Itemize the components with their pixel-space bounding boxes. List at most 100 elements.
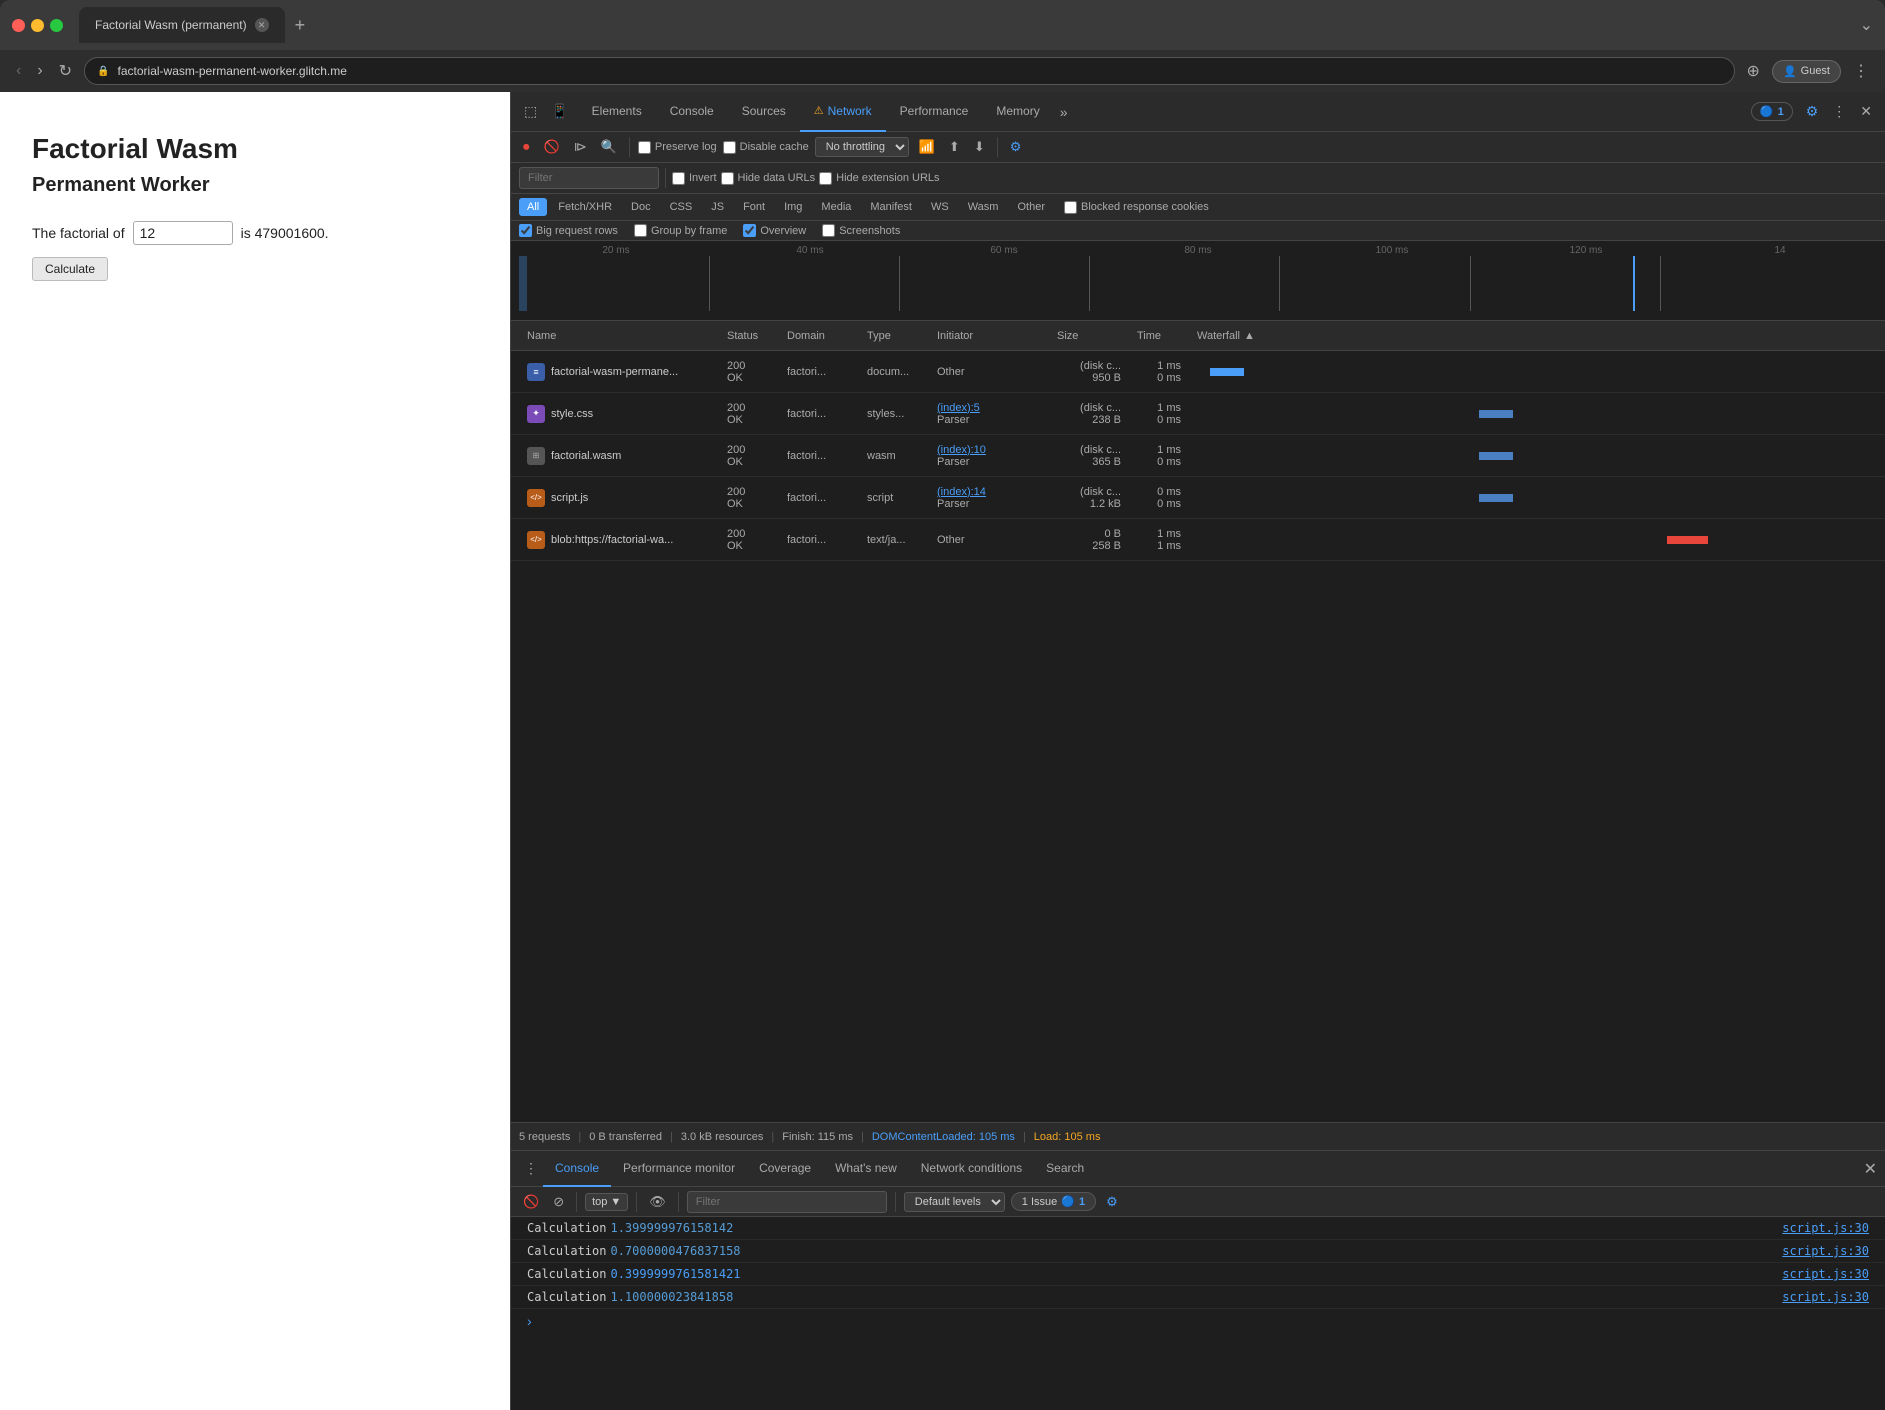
filter-btn[interactable]: ⧐ xyxy=(570,136,591,158)
tab-performance[interactable]: Performance xyxy=(886,92,983,132)
window-expand-btn[interactable]: ⌄ xyxy=(1860,15,1873,35)
hide-data-urls-checkbox[interactable] xyxy=(721,172,734,185)
console-link-4[interactable]: script.js:30 xyxy=(1782,1290,1869,1304)
browser-tab[interactable]: Factorial Wasm (permanent) ✕ xyxy=(79,7,285,43)
network-settings-btn[interactable]: ⚙ xyxy=(1006,136,1026,158)
context-selector[interactable]: top ▼ xyxy=(585,1193,628,1211)
console-tab-performance[interactable]: Performance monitor xyxy=(611,1151,747,1187)
menu-btn[interactable]: ⋮ xyxy=(1849,59,1873,83)
console-tab-network-conditions[interactable]: Network conditions xyxy=(909,1151,1034,1187)
initiator-link-2[interactable]: (index):5 xyxy=(937,402,980,414)
record-btn[interactable]: ⏺ xyxy=(519,136,534,158)
filter-input[interactable] xyxy=(519,167,659,189)
hide-ext-urls-label[interactable]: Hide extension URLs xyxy=(819,172,939,185)
th-domain[interactable]: Domain xyxy=(779,330,859,342)
invert-label[interactable]: Invert xyxy=(672,172,717,185)
blocked-cookies-label[interactable]: Blocked response cookies xyxy=(1064,201,1209,214)
calculate-btn[interactable]: Calculate xyxy=(32,257,108,281)
tab-close-btn[interactable]: ✕ xyxy=(255,18,269,32)
new-tab-btn[interactable]: + xyxy=(289,13,312,38)
console-tab-whatsnew[interactable]: What's new xyxy=(823,1151,909,1187)
filter-manifest[interactable]: Manifest xyxy=(862,198,920,216)
table-row[interactable]: ✦ style.css 200OK factori... styles... (… xyxy=(511,393,1885,435)
disable-cache-label[interactable]: Disable cache xyxy=(723,141,809,154)
screenshots-checkbox[interactable] xyxy=(822,224,835,237)
eye-btn[interactable]: 👁 xyxy=(645,1191,670,1213)
filter-img[interactable]: Img xyxy=(776,198,810,216)
overview-label[interactable]: Overview xyxy=(743,224,806,237)
th-status[interactable]: Status xyxy=(719,330,779,342)
hide-data-urls-label[interactable]: Hide data URLs xyxy=(721,172,816,185)
group-by-frame-label[interactable]: Group by frame xyxy=(634,224,727,237)
preserve-log-checkbox[interactable] xyxy=(638,141,651,154)
big-rows-checkbox[interactable] xyxy=(519,224,532,237)
filter-fetchxhr[interactable]: Fetch/XHR xyxy=(550,198,620,216)
zoom-btn[interactable]: ⊕ xyxy=(1743,59,1764,83)
th-time[interactable]: Time xyxy=(1129,330,1189,342)
th-name[interactable]: Name xyxy=(519,330,719,342)
devtools-settings-btn[interactable]: ⚙ xyxy=(1801,99,1824,124)
console-link-1[interactable]: script.js:30 xyxy=(1782,1221,1869,1235)
import-btn[interactable]: ⬆ xyxy=(945,136,964,158)
invert-checkbox[interactable] xyxy=(672,172,685,185)
disable-cache-checkbox[interactable] xyxy=(723,141,736,154)
search-btn[interactable]: 🔍 xyxy=(597,136,621,158)
screenshots-label[interactable]: Screenshots xyxy=(822,224,900,237)
back-btn[interactable]: ‹ xyxy=(12,60,25,82)
device-toolbar-btn[interactable]: 📱 xyxy=(546,99,573,124)
filter-font[interactable]: Font xyxy=(735,198,773,216)
filter-ws[interactable]: WS xyxy=(923,198,957,216)
console-link-2[interactable]: script.js:30 xyxy=(1782,1244,1869,1258)
filter-css[interactable]: CSS xyxy=(662,198,701,216)
guest-btn[interactable]: 👤 Guest xyxy=(1772,60,1841,83)
console-clear-btn[interactable]: 🚫 xyxy=(519,1191,543,1213)
tab-sources[interactable]: Sources xyxy=(728,92,800,132)
element-picker-btn[interactable]: ⬚ xyxy=(519,99,542,124)
filter-wasm[interactable]: Wasm xyxy=(960,198,1007,216)
table-row[interactable]: </> blob:https://factorial-wa... 200OK f… xyxy=(511,519,1885,561)
initiator-link-4[interactable]: (index):14 xyxy=(937,486,986,498)
console-close-btn[interactable]: ✕ xyxy=(1864,1159,1877,1179)
filter-js[interactable]: JS xyxy=(703,198,732,216)
group-by-frame-checkbox[interactable] xyxy=(634,224,647,237)
more-tabs-btn[interactable]: » xyxy=(1054,104,1074,120)
table-row[interactable]: ⊞ factorial.wasm 200OK factori... wasm (… xyxy=(511,435,1885,477)
export-btn[interactable]: ⬇ xyxy=(970,136,989,158)
devtools-more-btn[interactable]: ⋮ xyxy=(1827,99,1851,124)
console-menu-btn[interactable]: ⋮ xyxy=(519,1156,543,1181)
preserve-log-label[interactable]: Preserve log xyxy=(638,141,717,154)
table-row[interactable]: ≡ factorial-wasm-permane... 200OK factor… xyxy=(511,351,1885,393)
minimize-btn[interactable] xyxy=(31,19,44,32)
reload-btn[interactable]: ↻ xyxy=(55,59,76,83)
clear-btn[interactable]: 🚫 xyxy=(540,136,564,158)
tab-memory[interactable]: Memory xyxy=(982,92,1053,132)
blocked-cookies-checkbox[interactable] xyxy=(1064,201,1077,214)
throttle-select[interactable]: No throttling xyxy=(815,137,909,157)
console-prompt[interactable]: › xyxy=(511,1309,1885,1333)
factorial-input[interactable] xyxy=(133,221,233,245)
console-link-3[interactable]: script.js:30 xyxy=(1782,1267,1869,1281)
initiator-link-3[interactable]: (index):10 xyxy=(937,444,986,456)
console-tab-coverage[interactable]: Coverage xyxy=(747,1151,823,1187)
address-bar[interactable]: 🔒 factorial-wasm-permanent-worker.glitch… xyxy=(84,57,1734,85)
console-tab-search[interactable]: Search xyxy=(1034,1151,1096,1187)
filter-media[interactable]: Media xyxy=(813,198,859,216)
big-rows-label[interactable]: Big request rows xyxy=(519,224,618,237)
tab-elements[interactable]: Elements xyxy=(578,92,656,132)
filter-doc[interactable]: Doc xyxy=(623,198,659,216)
console-settings-btn[interactable]: ⚙ xyxy=(1102,1191,1122,1213)
console-tab-console[interactable]: Console xyxy=(543,1151,611,1187)
levels-select[interactable]: Default levels xyxy=(904,1192,1005,1212)
console-ban-btn[interactable]: ⊘ xyxy=(549,1191,568,1213)
maximize-btn[interactable] xyxy=(50,19,63,32)
th-size[interactable]: Size xyxy=(1049,330,1129,342)
network-conditions-btn[interactable]: 📶 xyxy=(915,136,939,158)
th-initiator[interactable]: Initiator xyxy=(929,330,1049,342)
close-btn[interactable] xyxy=(12,19,25,32)
table-row[interactable]: </> script.js 200OK factori... script (i… xyxy=(511,477,1885,519)
th-type[interactable]: Type xyxy=(859,330,929,342)
hide-ext-urls-checkbox[interactable] xyxy=(819,172,832,185)
tab-network[interactable]: ⚠ Network xyxy=(800,92,886,132)
forward-btn[interactable]: › xyxy=(33,60,46,82)
th-waterfall[interactable]: Waterfall ▲ xyxy=(1189,330,1877,342)
